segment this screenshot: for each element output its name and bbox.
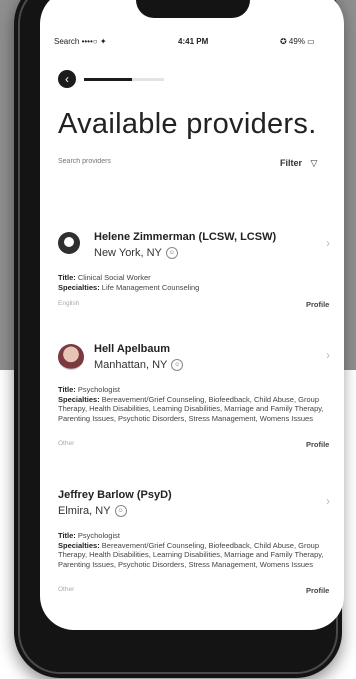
search-input[interactable]	[58, 158, 258, 165]
provider-specialties: Life Management Counseling	[101, 282, 200, 292]
avatar-silhouette-icon	[58, 232, 80, 254]
chevron-right-icon[interactable]: ›	[326, 236, 330, 250]
provider-language: English	[58, 300, 80, 307]
status-time: 4:41 PM	[178, 37, 209, 46]
provider-title: Psychologist	[77, 385, 120, 394]
status-battery: ✪ 49% ▭	[280, 37, 315, 46]
progress-fill	[84, 78, 132, 81]
phone-screen: Search ••••○ ✦ 4:41 PM ✪ 49% ▭ ‹ Availab…	[40, 0, 344, 630]
provider-header: Helene Zimmerman (LCSW, LCSW) New York, …	[58, 230, 334, 270]
location-badge-icon: ☺	[171, 359, 184, 372]
provider-title: Psychologist	[77, 531, 120, 540]
provider-header: Jeffrey Barlow (PsyD) Elmira, NY ☺ ›	[58, 488, 334, 528]
filter-label: Filter	[280, 158, 303, 168]
page-title: Available providers.	[58, 108, 317, 140]
phone-notch	[136, 0, 250, 18]
provider-name: Jeffrey Barlow (PsyD)	[58, 489, 172, 501]
provider-name: Helene Zimmerman (LCSW, LCSW)	[94, 231, 277, 243]
provider-title: Clinical Social Worker	[77, 273, 151, 282]
filter-funnel-icon: ▽	[310, 158, 318, 168]
provider-details: Title: Psychologist Specialties: Bereave…	[58, 531, 324, 569]
back-button[interactable]: ‹	[58, 70, 76, 88]
provider-location: New York, NY ☺	[94, 247, 178, 260]
chevron-right-icon[interactable]: ›	[326, 348, 330, 362]
status-bar: Search ••••○ ✦ 4:41 PM ✪ 49% ▭	[40, 37, 344, 51]
profile-link[interactable]: Profile	[306, 300, 329, 309]
provider-location: Manhattan, NY ☺	[94, 359, 184, 372]
provider-name: Hell Apelbaum	[94, 343, 170, 355]
phone-frame: Search ••••○ ✦ 4:41 PM ✪ 49% ▭ ‹ Availab…	[14, 0, 344, 678]
status-carrier: Search ••••○ ✦	[54, 37, 107, 46]
back-arrow-icon: ‹	[65, 72, 69, 86]
avatar-photo	[58, 344, 84, 370]
provider-header: Hell Apelbaum Manhattan, NY ☺ ›	[58, 342, 334, 382]
provider-details: Title: Psychologist Specialties: Bereave…	[58, 385, 324, 423]
search-row: Filter ▽	[58, 158, 334, 176]
profile-link[interactable]: Profile	[306, 586, 329, 595]
location-badge-icon: ☺	[165, 247, 178, 260]
provider-language: Other	[58, 440, 75, 447]
filter-button[interactable]: Filter ▽	[280, 158, 317, 169]
provider-details: Title: Clinical Social Worker Specialtie…	[58, 273, 200, 292]
progress-bar	[84, 78, 164, 81]
chevron-right-icon[interactable]: ›	[326, 494, 330, 508]
profile-link[interactable]: Profile	[306, 440, 329, 449]
location-badge-icon: ☺	[114, 505, 127, 518]
provider-location: Elmira, NY ☺	[58, 505, 127, 518]
provider-language: Other	[58, 586, 75, 593]
